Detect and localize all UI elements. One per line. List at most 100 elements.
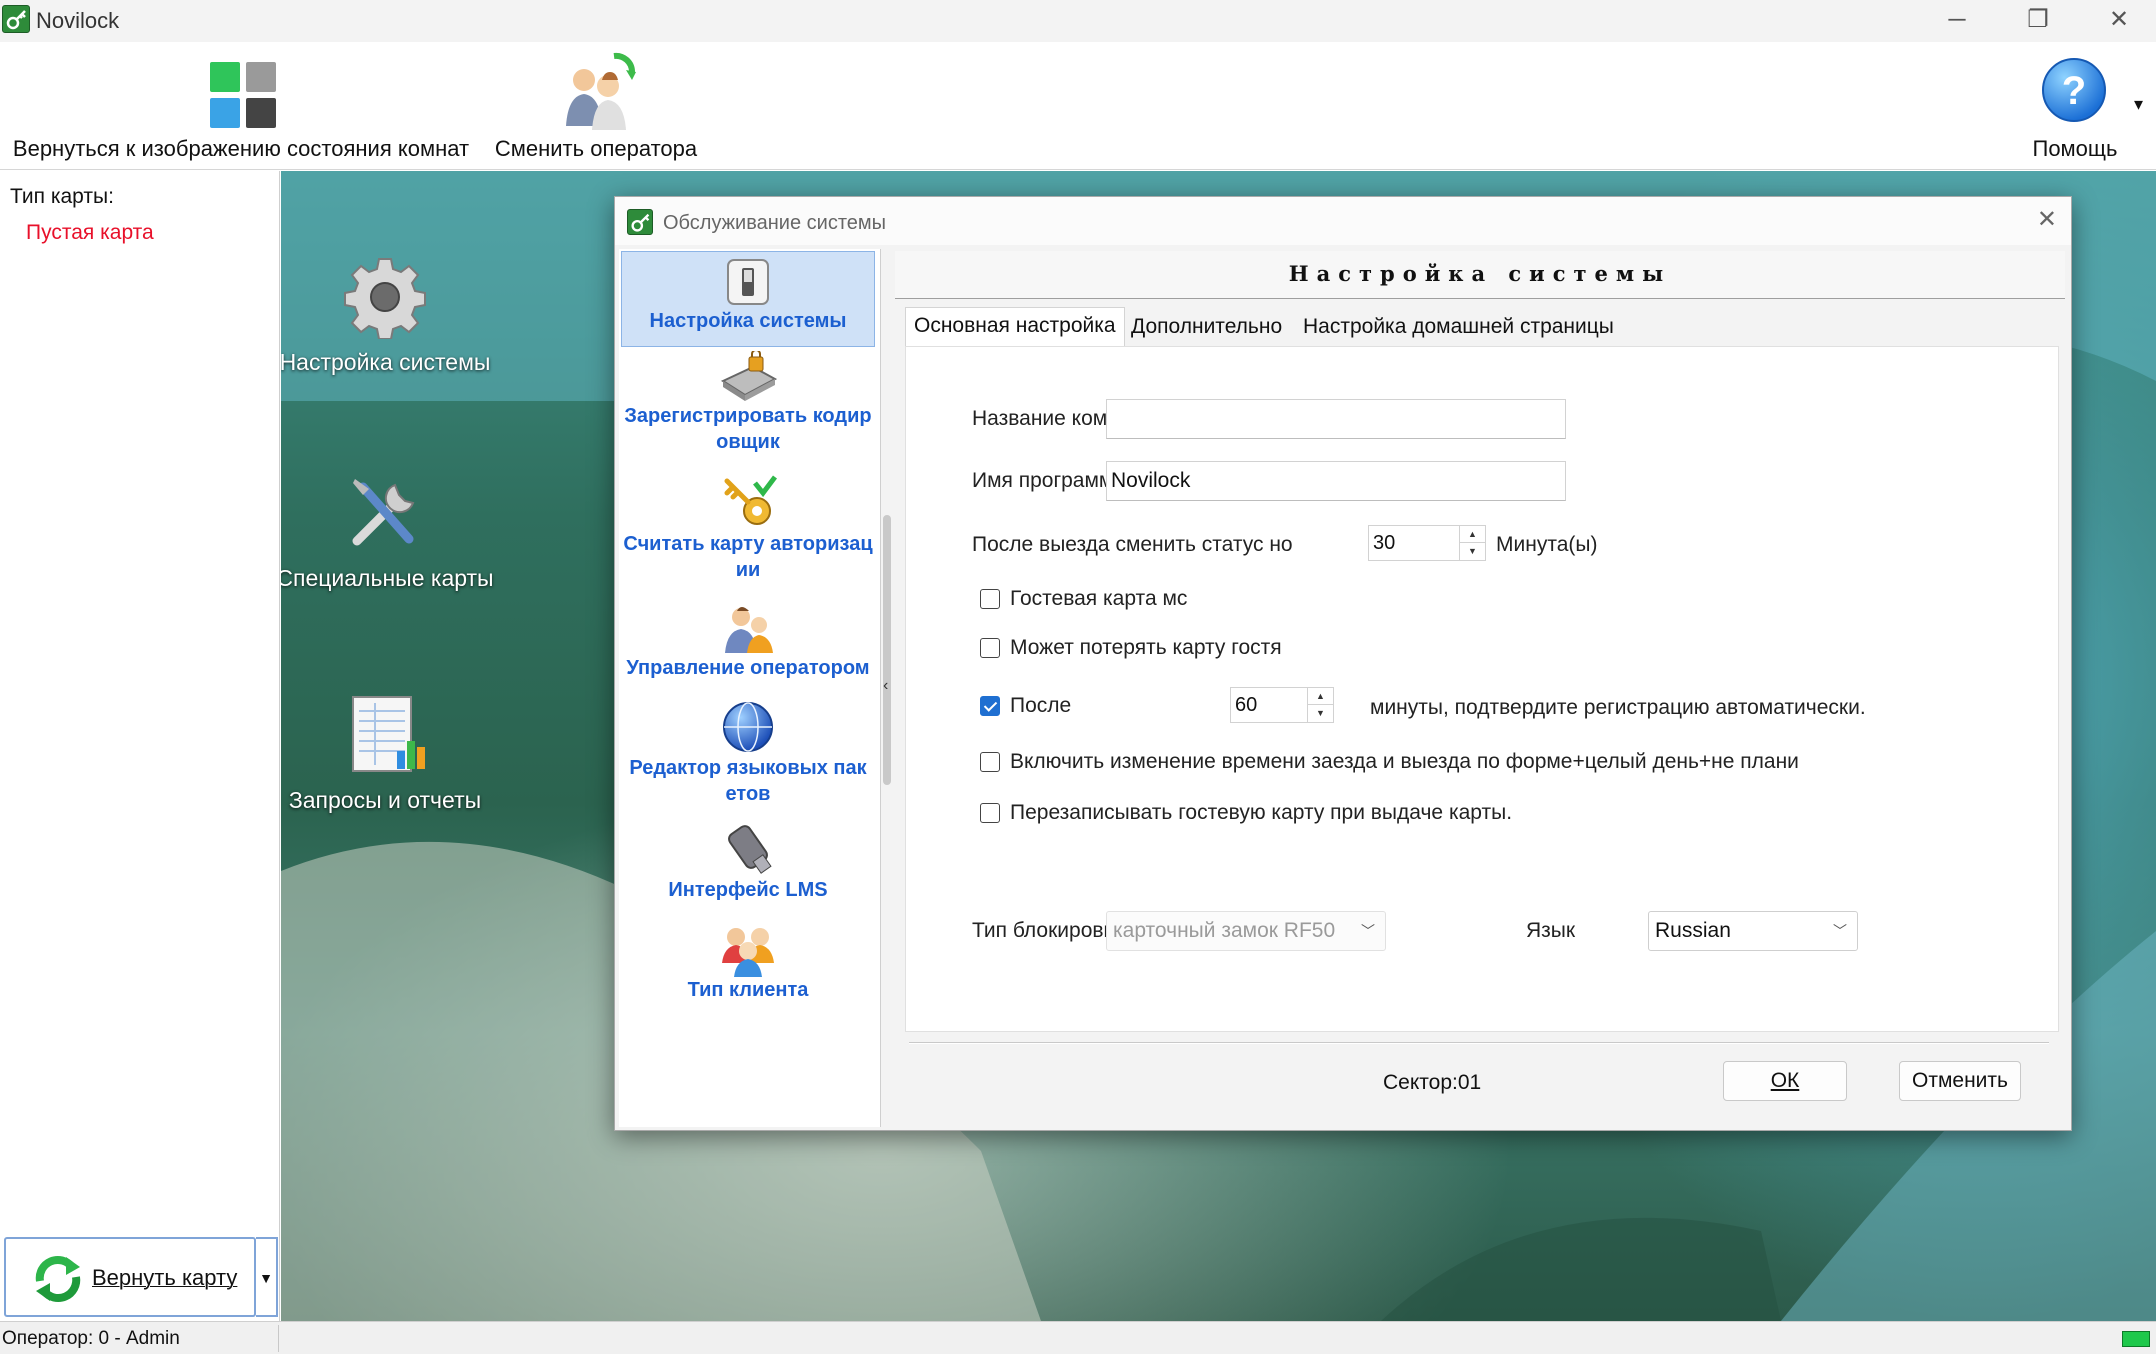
guest-card-label: Гостевая карта мс xyxy=(1010,587,1188,610)
dialog-main-panel: Настройка системы Основная настройка Доп… xyxy=(893,249,2067,1127)
minimize-button[interactable]: ─ xyxy=(1916,0,1998,42)
nav-system-settings[interactable]: Настройка системы xyxy=(621,251,875,347)
auto-confirm-spin-buttons: ▲ ▼ xyxy=(1307,688,1333,722)
sector-label: Сектор:01 xyxy=(1383,1071,1482,1094)
after-checkout-spinner[interactable]: 30 ▲ ▼ xyxy=(1368,525,1486,561)
nav-client-type[interactable]: Тип клиента xyxy=(621,923,875,1015)
basic-settings-panel: Название компан Имя программы Novilock П… xyxy=(905,346,2059,1032)
dialog-nav-panel: Настройка системы Зарегистрировать кодир… xyxy=(619,249,881,1127)
toolbar-more-dropdown[interactable]: ▾ xyxy=(2134,94,2143,115)
nav-operator-management-label: Управление оператором xyxy=(626,657,870,679)
nav-lms-interface[interactable]: Интерфейс LMS xyxy=(621,823,875,915)
minutes-unit-label: Минута(ы) xyxy=(1496,533,1598,556)
spin-up-arrow-icon[interactable]: ▲ xyxy=(1460,526,1485,543)
lose-card-checkbox[interactable] xyxy=(980,638,1000,658)
status-separator xyxy=(278,1325,279,1352)
change-operator-label: Сменить оператора xyxy=(494,136,698,161)
language-select[interactable]: Russian ﹀ xyxy=(1648,911,1858,951)
lock-type-label: Тип блокировки xyxy=(972,919,1125,942)
operator-icon xyxy=(725,607,773,653)
nav-system-settings-label: Настройка системы xyxy=(649,310,847,332)
clients-icon xyxy=(722,928,774,977)
room-grid-icon xyxy=(210,62,276,128)
help-icon: ? xyxy=(2042,58,2106,122)
title-bar: Novilock ─ ❐ ✕ xyxy=(0,0,2156,42)
close-button[interactable]: ✕ xyxy=(2078,0,2156,42)
spin-up-arrow-icon[interactable]: ▲ xyxy=(1308,688,1333,705)
return-card-dropdown[interactable]: ▼ xyxy=(256,1237,278,1317)
room-status-label: Вернуться к изображению состояния комнат xyxy=(12,136,470,161)
switch-icon xyxy=(727,259,769,305)
tools-icon xyxy=(352,479,415,546)
desktop-system-settings[interactable]: Настройка системы xyxy=(281,255,495,376)
lock-type-value: карточный замок RF50 xyxy=(1113,919,1336,942)
desktop-queries-reports-label: Запросы и отчеты xyxy=(288,787,482,813)
dialog-close-button[interactable]: ✕ xyxy=(2037,205,2057,234)
change-operator-icon xyxy=(566,52,636,130)
language-value: Russian xyxy=(1655,919,1731,942)
system-maintenance-dialog: Обслуживание системы ✕ Настройка системы… xyxy=(614,196,2072,1131)
company-name-input[interactable] xyxy=(1106,399,1566,439)
auto-confirm-checkbox[interactable] xyxy=(980,696,1000,716)
card-type-value: Пустая карта xyxy=(26,221,154,244)
return-card-button[interactable]: Вернуть карту xyxy=(4,1237,256,1317)
app-key-icon xyxy=(2,5,30,33)
rewrite-card-checkbox[interactable] xyxy=(980,803,1000,823)
nav-language-pack-editor[interactable]: Редактор языковых пак етов xyxy=(621,699,875,817)
lock-type-select[interactable]: карточный замок RF50 ﹀ xyxy=(1106,911,1386,951)
connection-indicator-icon xyxy=(2122,1331,2150,1347)
refresh-icon xyxy=(35,1256,81,1302)
room-status-button[interactable]: Вернуться к изображению состояния комнат xyxy=(12,42,470,170)
nav-client-type-label: Тип клиента xyxy=(687,979,809,1001)
spin-down-arrow-icon[interactable]: ▼ xyxy=(1460,543,1485,560)
nav-lms-interface-label: Интерфейс LMS xyxy=(668,879,828,901)
footer-divider xyxy=(909,1042,2049,1044)
dialog-title-bar: Обслуживание системы ✕ xyxy=(615,197,2071,245)
program-name-input[interactable]: Novilock xyxy=(1106,461,1566,501)
ok-button[interactable]: ОК xyxy=(1723,1061,1847,1101)
nav-operator-management[interactable]: Управление оператором xyxy=(621,601,875,693)
tab-basic-settings[interactable]: Основная настройка xyxy=(905,307,1125,347)
auto-confirm-value: 60 xyxy=(1235,694,1258,716)
globe-icon xyxy=(723,702,773,752)
desktop-special-cards[interactable]: Специальные карты xyxy=(281,471,495,592)
program-name-label: Имя программы xyxy=(972,469,1129,492)
nav-register-encoder-label: Зарегистрировать кодир овщик xyxy=(624,405,872,453)
auto-confirm-suffix: минуты, подтвердите регистрацию автомати… xyxy=(1370,696,1866,719)
auto-confirm-spinner[interactable]: 60 ▲ ▼ xyxy=(1230,687,1334,723)
tab-home-page-settings[interactable]: Настройка домашней страницы xyxy=(1295,309,1622,347)
nav-register-encoder[interactable]: Зарегистрировать кодир овщик xyxy=(621,351,875,469)
desktop-queries-reports[interactable]: Запросы и отчеты xyxy=(281,693,495,814)
enable-time-change-label: Включить изменение времени заезда и выез… xyxy=(1010,750,1800,773)
restore-button[interactable]: ❐ xyxy=(1997,0,2079,42)
guest-card-checkbox[interactable] xyxy=(980,589,1000,609)
nav-language-pack-editor-label: Редактор языковых пак етов xyxy=(629,757,867,805)
svg-text:?: ? xyxy=(2062,69,2086,113)
chevron-down-icon: ﹀ xyxy=(1361,923,1375,939)
rewrite-card-label: Перезаписывать гостевую карту при выдаче… xyxy=(1010,801,1513,824)
card-info-panel: Тип карты: Пустая карта Вернуть карту ▼ xyxy=(0,171,280,1321)
gear-icon xyxy=(344,258,426,339)
nav-scrollbar[interactable] xyxy=(883,515,891,785)
help-button[interactable]: ? Помощь xyxy=(2020,42,2130,170)
window-title: Novilock xyxy=(36,8,120,33)
help-label: Помощь xyxy=(2032,136,2118,161)
cancel-button[interactable]: Отменить xyxy=(1899,1061,2021,1101)
desktop-system-settings-label: Настройка системы xyxy=(281,349,491,375)
nav-collapse-button[interactable]: ‹ xyxy=(883,677,888,695)
enable-time-change-checkbox[interactable] xyxy=(980,752,1000,772)
nav-read-auth-card-label: Считать карту авторизац ии xyxy=(623,533,873,581)
spin-down-arrow-icon[interactable]: ▼ xyxy=(1308,705,1333,722)
nav-read-auth-card[interactable]: Считать карту авторизац ии xyxy=(621,475,875,593)
tab-additional[interactable]: Дополнительно xyxy=(1123,309,1290,347)
key-icon xyxy=(724,475,777,525)
change-operator-button[interactable]: Сменить оператора xyxy=(490,42,702,170)
dialog-key-icon xyxy=(627,209,653,235)
reports-icon xyxy=(352,696,425,772)
lose-card-label: Может потерять карту гостя xyxy=(1010,636,1282,659)
after-checkout-value: 30 xyxy=(1373,532,1396,554)
after-checkout-label: После выезда сменить статус но xyxy=(972,533,1293,556)
status-bar: Оператор: 0 - Admin xyxy=(0,1321,2156,1354)
desktop-special-cards-label: Специальные карты xyxy=(281,565,494,591)
chevron-down-icon: ﹀ xyxy=(1833,923,1847,939)
